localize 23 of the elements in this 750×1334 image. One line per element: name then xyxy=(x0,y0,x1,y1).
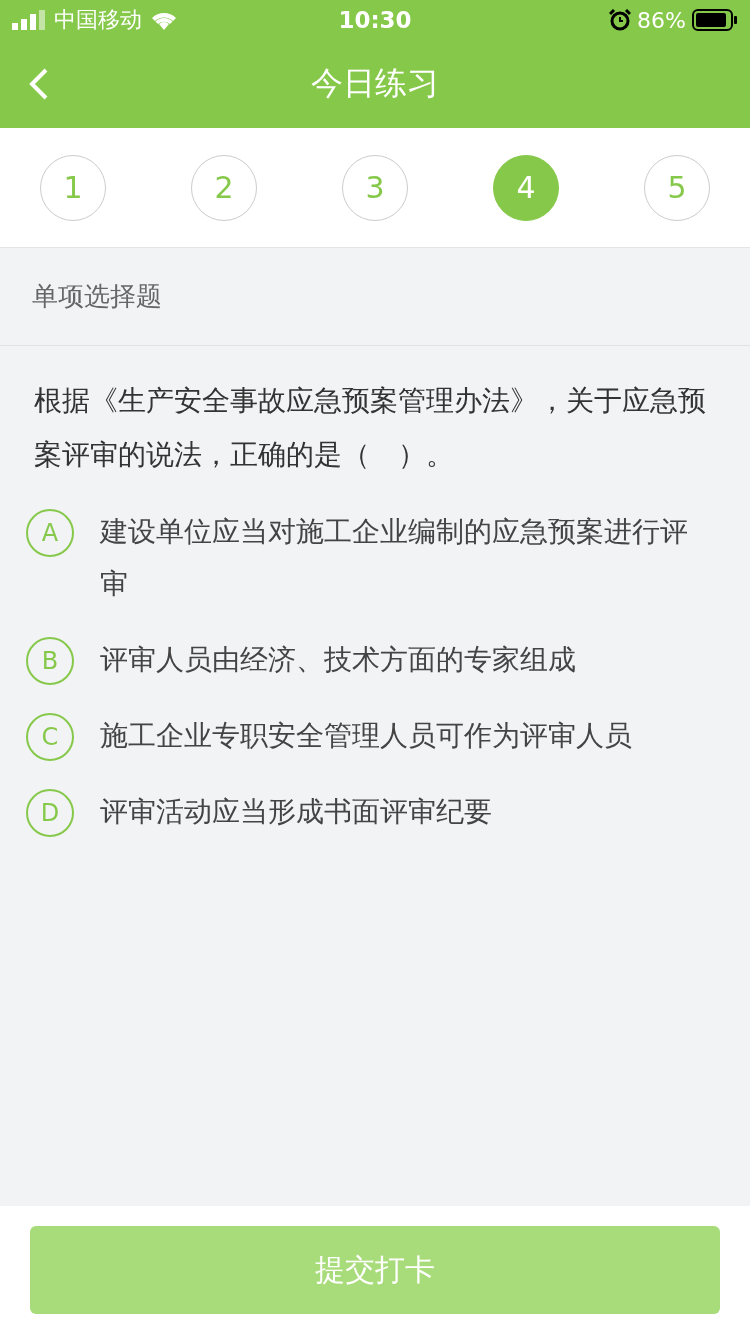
option-text[interactable]: 建设单位应当对施工企业编制的应急预案进行评审 xyxy=(100,506,710,610)
clock-time: 10:30 xyxy=(338,7,412,33)
question-number-tab[interactable]: 2 xyxy=(191,154,257,221)
option-text[interactable]: 施工企业专职安全管理人员可作为评审人员 xyxy=(100,710,632,762)
question-number-tab[interactable]: 5 xyxy=(644,154,710,221)
signal-icon xyxy=(12,10,46,30)
alarm-icon xyxy=(609,9,632,31)
option-text[interactable]: 评审人员由经济、技术方面的专家组成 xyxy=(100,634,576,686)
battery-percent: 86% xyxy=(637,7,686,33)
wifi-icon xyxy=(150,10,178,30)
option-letter[interactable]: A xyxy=(26,509,74,557)
battery-icon xyxy=(692,9,738,31)
question-type: 单项选择题 xyxy=(32,280,162,313)
question-text: 根据《生产安全事故应急预案管理办法》，关于应急预案评审的说法，正确的是（ ）。 xyxy=(33,383,707,473)
question-number-tab[interactable]: 1 xyxy=(40,154,106,221)
question-number-tab[interactable]: 3 xyxy=(342,154,408,221)
carrier-name: 中国移动 xyxy=(54,6,142,34)
option-letter[interactable]: B xyxy=(26,637,74,685)
option-letter[interactable]: D xyxy=(26,789,74,837)
option-letter[interactable]: C xyxy=(26,713,74,761)
question-number-tab[interactable]: 4 xyxy=(493,154,559,221)
page-title: 今日练习 xyxy=(311,64,439,102)
option-text[interactable]: 评审活动应当形成书面评审纪要 xyxy=(100,786,492,838)
